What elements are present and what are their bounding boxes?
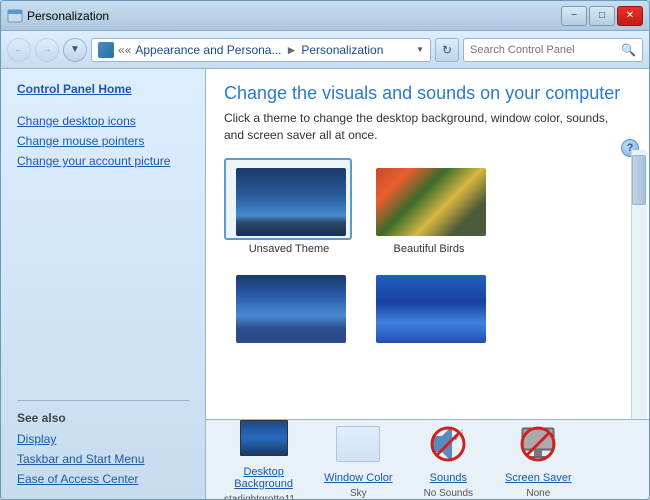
theme-thumbnail-blue bbox=[364, 265, 492, 347]
window-color-sublabel: Sky bbox=[350, 488, 367, 499]
sidebar-link-account-picture[interactable]: Change your account picture bbox=[1, 151, 205, 171]
theme-image-birds bbox=[376, 168, 486, 236]
bottom-screen-saver[interactable]: Screen Saver None bbox=[503, 420, 573, 499]
theme-thumbnail-clouds2 bbox=[224, 265, 352, 347]
desktop-bg-image bbox=[240, 420, 288, 456]
search-box: 🔍 bbox=[463, 38, 643, 62]
sidebar-link-ease-of-access[interactable]: Ease of Access Center bbox=[1, 469, 205, 489]
themes-scroll-area: Unsaved Theme Beautiful Birds bbox=[206, 150, 649, 419]
bottom-window-color[interactable]: Window Color Sky bbox=[323, 420, 393, 499]
address-icon bbox=[98, 42, 114, 58]
screen-saver-svg bbox=[514, 420, 562, 468]
themes-grid: Unsaved Theme Beautiful Birds bbox=[224, 158, 631, 350]
bottom-sounds[interactable]: ♪ ♫ Sounds No Sounds bbox=[413, 420, 483, 499]
bottom-desktop-background[interactable]: DesktopBackground starlightgrotto11... bbox=[224, 414, 303, 499]
bottom-bar: DesktopBackground starlightgrotto11... W… bbox=[206, 419, 649, 499]
desktop-background-label: DesktopBackground bbox=[234, 466, 293, 490]
address-part1: Appearance and Persona... bbox=[135, 43, 281, 57]
window-icon bbox=[7, 8, 23, 24]
scrollbar-thumb[interactable] bbox=[632, 155, 646, 205]
theme-item-clouds2[interactable] bbox=[224, 265, 354, 350]
sidebar-home-link[interactable]: Control Panel Home bbox=[1, 79, 205, 99]
sidebar-see-also-title: See also bbox=[1, 407, 205, 429]
screen-saver-icon bbox=[514, 420, 562, 468]
theme-thumbnail-birds bbox=[364, 158, 492, 240]
title-bar-left: Personalization bbox=[7, 8, 109, 24]
minimize-button[interactable]: − bbox=[561, 6, 587, 26]
sounds-sublabel: No Sounds bbox=[424, 488, 473, 499]
content-description: Click a theme to change the desktop back… bbox=[224, 110, 631, 144]
scrollbar-track[interactable] bbox=[631, 150, 647, 419]
recent-locations-button[interactable]: ▼ bbox=[63, 38, 87, 62]
address-separator2: ► bbox=[285, 43, 297, 57]
content-header: Change the visuals and sounds on your co… bbox=[206, 69, 649, 150]
theme-item-blue[interactable] bbox=[364, 265, 494, 350]
main-area: Control Panel Home Change desktop icons … bbox=[1, 69, 649, 499]
sounds-image: ♪ ♫ bbox=[424, 420, 472, 468]
back-button[interactable]: ← bbox=[7, 38, 31, 62]
sidebar-link-display[interactable]: Display bbox=[1, 429, 205, 449]
screen-saver-image bbox=[514, 420, 562, 468]
search-input[interactable] bbox=[470, 44, 621, 56]
theme-item-unsaved[interactable]: Unsaved Theme bbox=[224, 158, 354, 255]
address-separator1: «« bbox=[118, 43, 131, 57]
window-color-icon bbox=[334, 420, 382, 468]
screen-saver-sublabel: None bbox=[526, 488, 550, 499]
theme-label-birds: Beautiful Birds bbox=[364, 243, 494, 255]
theme-thumbnail-unsaved bbox=[224, 158, 352, 240]
address-path[interactable]: «« Appearance and Persona... ► Personali… bbox=[91, 38, 431, 62]
sidebar-link-mouse-pointers[interactable]: Change mouse pointers bbox=[1, 131, 205, 151]
content-title: Change the visuals and sounds on your co… bbox=[224, 83, 631, 104]
desktop-background-sublabel: starlightgrotto11... bbox=[224, 494, 303, 499]
theme-image-unsaved bbox=[236, 168, 346, 236]
sounds-label: Sounds bbox=[430, 472, 467, 484]
theme-item-birds[interactable]: Beautiful Birds bbox=[364, 158, 494, 255]
title-bar-controls: − □ ✕ bbox=[561, 6, 643, 26]
close-button[interactable]: ✕ bbox=[617, 6, 643, 26]
theme-image-blue bbox=[376, 275, 486, 343]
main-window: Personalization − □ ✕ ← → ▼ «« Appearanc… bbox=[0, 0, 650, 500]
sidebar-see-also-section: See also Display Taskbar and Start Menu … bbox=[1, 384, 205, 489]
refresh-button[interactable]: ↻ bbox=[435, 38, 459, 62]
sounds-icon: ♪ ♫ bbox=[424, 420, 472, 468]
sidebar: Control Panel Home Change desktop icons … bbox=[1, 69, 206, 499]
forward-button[interactable]: → bbox=[35, 38, 59, 62]
theme-label-unsaved: Unsaved Theme bbox=[224, 243, 354, 255]
sidebar-divider bbox=[17, 400, 189, 401]
address-bar: ← → ▼ «« Appearance and Persona... ► Per… bbox=[1, 31, 649, 69]
sounds-svg: ♪ ♫ bbox=[424, 420, 472, 468]
desktop-background-icon bbox=[240, 414, 288, 462]
screen-saver-label: Screen Saver bbox=[505, 472, 572, 484]
title-bar: Personalization − □ ✕ bbox=[1, 1, 649, 31]
title-bar-text: Personalization bbox=[27, 9, 109, 23]
address-part2: Personalization bbox=[301, 43, 383, 57]
window-color-image bbox=[336, 426, 380, 462]
path-dropdown[interactable]: ▼ bbox=[416, 45, 424, 54]
sidebar-link-taskbar[interactable]: Taskbar and Start Menu bbox=[1, 449, 205, 469]
search-icon[interactable]: 🔍 bbox=[621, 43, 636, 57]
sidebar-link-desktop-icons[interactable]: Change desktop icons bbox=[1, 111, 205, 131]
theme-image-clouds2 bbox=[236, 275, 346, 343]
content-area: ? Change the visuals and sounds on your … bbox=[206, 69, 649, 499]
maximize-button[interactable]: □ bbox=[589, 6, 615, 26]
window-color-label: Window Color bbox=[324, 472, 392, 484]
